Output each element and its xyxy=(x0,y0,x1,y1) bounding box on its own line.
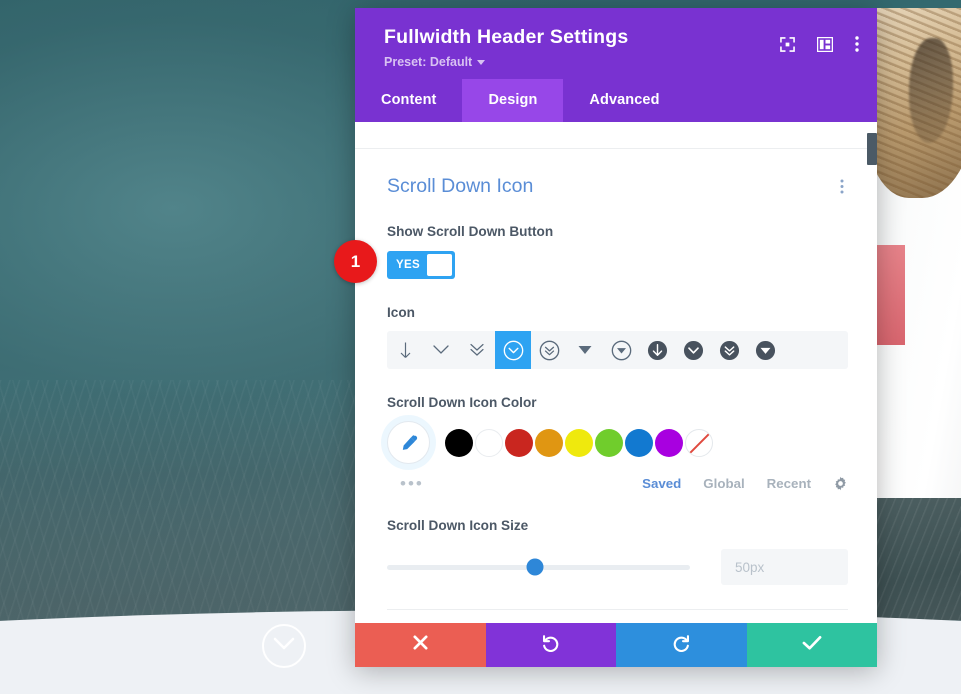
chevron-down-circle-solid-icon[interactable] xyxy=(675,331,711,369)
arrow-down-icon[interactable] xyxy=(387,331,423,369)
chevron-down-circle-outline-icon[interactable] xyxy=(495,331,531,369)
section-title: Scroll Down Icon xyxy=(387,175,534,197)
redo-button[interactable] xyxy=(616,623,747,667)
checkmark-icon xyxy=(802,635,822,656)
modal-header-actions xyxy=(780,36,859,52)
color-tab-saved[interactable]: Saved xyxy=(642,476,681,491)
scroll-down-icon-section: Scroll Down Icon Show Scroll Down Button… xyxy=(355,149,877,623)
scroll-down-icon-color-field: Scroll Down Icon Color ••• Saved Global … xyxy=(387,395,848,492)
tab-advanced[interactable]: Advanced xyxy=(563,79,685,122)
scrollbar-thumb[interactable] xyxy=(867,133,877,165)
save-button[interactable] xyxy=(746,623,877,667)
annotation-badge-number: 1 xyxy=(350,251,361,271)
modal-header: Fullwidth Header Settings Preset: Defaul… xyxy=(355,8,877,79)
color-swatch-blue[interactable] xyxy=(625,428,653,457)
icon-field: Icon xyxy=(387,305,848,369)
section-kebab-menu-icon[interactable] xyxy=(836,177,848,196)
color-swatch-red[interactable] xyxy=(505,428,533,457)
section-header: Scroll Down Icon xyxy=(387,175,848,198)
caret-down-circle-solid-icon[interactable] xyxy=(747,331,783,369)
gear-icon[interactable] xyxy=(833,476,848,491)
color-meta-row: ••• Saved Global Recent xyxy=(387,475,848,492)
undo-icon xyxy=(541,633,560,657)
undo-button[interactable] xyxy=(485,623,616,667)
kebab-menu-icon[interactable] xyxy=(855,36,859,52)
arrow-down-circle-solid-icon[interactable] xyxy=(639,331,675,369)
model-hair xyxy=(869,8,961,198)
caret-down-solid-icon[interactable] xyxy=(567,331,603,369)
show-scroll-down-button-label: Show Scroll Down Button xyxy=(387,224,554,239)
chevron-down-thin-icon[interactable] xyxy=(423,331,459,369)
toggle-value-label: YES xyxy=(396,259,420,271)
icon-picker xyxy=(387,331,848,369)
show-scroll-down-button-field: Show Scroll Down Button YES xyxy=(387,224,848,279)
model-photo xyxy=(869,0,961,620)
model-lower-texture xyxy=(869,498,961,620)
chevron-down-icon xyxy=(477,59,486,65)
preset-label: Preset: Default xyxy=(384,55,473,69)
body-top-divider xyxy=(355,122,877,149)
fullscreen-icon[interactable] xyxy=(780,36,795,52)
size-value-input[interactable] xyxy=(721,549,848,585)
redo-icon xyxy=(672,633,691,657)
color-tab-recent[interactable]: Recent xyxy=(767,476,811,491)
size-slider-row xyxy=(387,549,848,585)
eyedropper-icon[interactable] xyxy=(387,421,430,464)
color-tab-global[interactable]: Global xyxy=(703,476,744,491)
double-chevron-down-thin-icon[interactable] xyxy=(459,331,495,369)
modal-body: Scroll Down Icon Show Scroll Down Button… xyxy=(355,122,877,623)
color-swatch-row xyxy=(387,421,848,464)
scroll-down-icon-color-label: Scroll Down Icon Color xyxy=(387,395,537,410)
toggle-knob xyxy=(426,254,452,276)
tab-content[interactable]: Content xyxy=(355,79,462,122)
annotation-badge-1: 1 xyxy=(334,240,377,283)
scroll-down-icon-size-field: Scroll Down Icon Size xyxy=(387,518,848,585)
more-colors-button[interactable]: ••• xyxy=(400,475,424,492)
modal-footer xyxy=(355,623,877,667)
color-swatch-orange[interactable] xyxy=(535,428,563,457)
color-swatch-green[interactable] xyxy=(595,428,623,457)
model-jacket xyxy=(869,150,961,550)
scroll-down-icon-size-label: Scroll Down Icon Size xyxy=(387,518,529,533)
show-scroll-down-button-toggle[interactable]: YES xyxy=(387,251,455,279)
color-source-tabs: Saved Global Recent xyxy=(642,476,848,491)
icon-label: Icon xyxy=(387,305,415,320)
section-bottom-divider xyxy=(387,609,848,623)
size-slider-thumb[interactable] xyxy=(526,558,544,576)
scroll-down-button[interactable] xyxy=(262,624,306,668)
double-chevron-down-circle-solid-icon[interactable] xyxy=(711,331,747,369)
model-hair-shadow xyxy=(909,38,953,143)
caret-down-circle-outline-icon[interactable] xyxy=(603,331,639,369)
color-swatch-white[interactable] xyxy=(475,428,503,457)
chevron-down-icon xyxy=(273,637,295,656)
layout-columns-icon[interactable] xyxy=(816,36,834,52)
color-swatch-transparent[interactable] xyxy=(685,428,713,457)
close-icon xyxy=(412,634,429,656)
double-chevron-down-circle-outline-icon[interactable] xyxy=(531,331,567,369)
panel-scrollbar[interactable] xyxy=(867,122,877,623)
color-swatch-purple[interactable] xyxy=(655,428,683,457)
color-swatch-black[interactable] xyxy=(445,428,473,457)
tab-design[interactable]: Design xyxy=(462,79,564,122)
size-slider[interactable] xyxy=(387,558,690,576)
preset-selector[interactable]: Preset: Default xyxy=(384,55,855,69)
settings-modal: Fullwidth Header Settings Preset: Defaul… xyxy=(355,8,877,667)
modal-tabs: Content Design Advanced xyxy=(355,79,877,122)
color-swatch-yellow[interactable] xyxy=(565,428,593,457)
cancel-button[interactable] xyxy=(355,623,486,667)
